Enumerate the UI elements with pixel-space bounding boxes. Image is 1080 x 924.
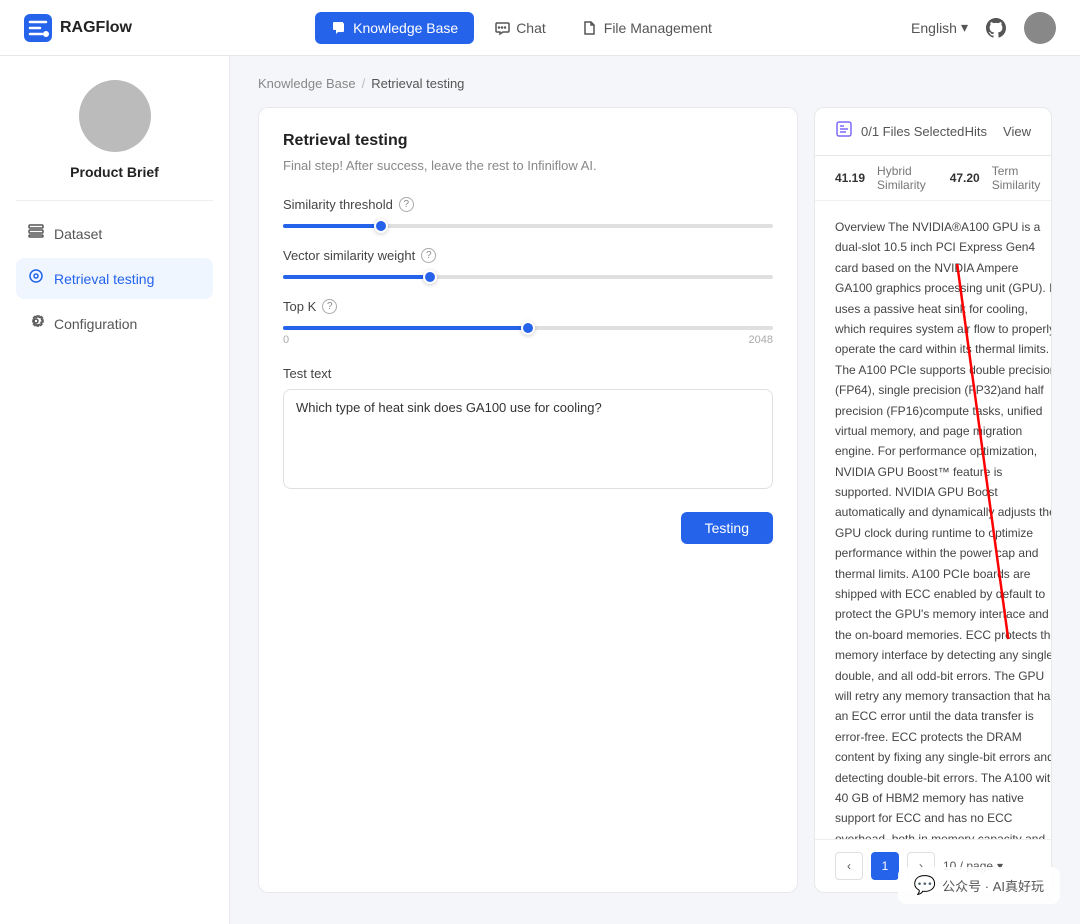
- top-k-fill: [283, 326, 528, 330]
- top-k-thumb[interactable]: [521, 321, 535, 335]
- dataset-icon: [28, 223, 44, 244]
- top-k-text: Top K: [283, 299, 316, 314]
- github-icon[interactable]: [984, 16, 1008, 40]
- similarity-threshold-group: Similarity threshold ?: [283, 197, 773, 228]
- vector-similarity-weight-fill: [283, 275, 430, 279]
- nav-file-management-label: File Management: [604, 20, 712, 36]
- next-page-button[interactable]: ›: [907, 852, 935, 880]
- page-size-chevron: ▾: [997, 859, 1003, 873]
- nav-chat[interactable]: Chat: [478, 12, 562, 44]
- sidebar-divider: [16, 200, 213, 201]
- sidebar-avatar: [79, 80, 151, 152]
- files-selected: 0/1 Files Selected: [835, 120, 964, 143]
- sidebar-dataset-label: Dataset: [54, 226, 102, 242]
- similarity-threshold-label: Similarity threshold ?: [283, 197, 773, 212]
- content-area: Retrieval testing Final step! After succ…: [230, 91, 1080, 909]
- top-k-label: Top K ?: [283, 299, 773, 314]
- header-left: RAGFlow: [24, 14, 132, 42]
- similarity-threshold-thumb[interactable]: [374, 219, 388, 233]
- similarity-threshold-help[interactable]: ?: [399, 197, 414, 212]
- sidebar-item-dataset[interactable]: Dataset: [16, 213, 213, 254]
- sidebar-product-title: Product Brief: [70, 164, 159, 180]
- language-chevron: ▾: [961, 19, 968, 36]
- top-k-range: 0 2048: [283, 334, 773, 346]
- layout: Product Brief Dataset: [0, 56, 1080, 924]
- language-selector[interactable]: English ▾: [911, 19, 968, 36]
- ragflow-logo-icon: [24, 14, 52, 42]
- files-selected-text[interactable]: 0/1 Files Selected: [861, 124, 964, 139]
- nav-knowledge-base[interactable]: Knowledge Base: [315, 12, 474, 44]
- file-icon: [835, 120, 853, 143]
- sidebar-nav: Dataset Retrieval testing: [16, 213, 213, 344]
- panel-subtitle: Final step! After success, leave the res…: [283, 158, 773, 173]
- breadcrumb: Knowledge Base / Retrieval testing: [230, 56, 1080, 91]
- result-text-container: Overview The NVIDIA®A100 GPU is a dual-s…: [835, 217, 1051, 839]
- breadcrumb-parent[interactable]: Knowledge Base: [258, 76, 356, 91]
- similarity-scores-row: 41.19 Hybrid Similarity 47.20 Term Simil…: [815, 156, 1051, 201]
- top-k-group: Top K ? 0 2048: [283, 299, 773, 346]
- test-text-input[interactable]: Which type of heat sink does GA100 use f…: [283, 389, 773, 489]
- hybrid-score: 41.19: [835, 171, 865, 185]
- pagination: ‹ 1 › 10 / page ▾: [815, 839, 1051, 892]
- result-body: Overview The NVIDIA®A100 GPU is a dual-s…: [835, 217, 1031, 839]
- right-panel: 0/1 Files Selected Hits View 41.19 Hybri…: [814, 107, 1052, 893]
- logo-text: RAGFlow: [60, 19, 132, 37]
- similarity-threshold-track[interactable]: [283, 224, 773, 228]
- right-panel-header: 0/1 Files Selected Hits View: [815, 108, 1051, 156]
- page-size-selector[interactable]: 10 / page ▾: [943, 859, 1003, 873]
- header-right: English ▾: [911, 12, 1056, 44]
- test-text-label: Test text: [283, 366, 773, 381]
- result-with-annotation: Overview The NVIDIA®A100 GPU is a dual-s…: [835, 217, 1051, 839]
- vector-similarity-weight-thumb[interactable]: [423, 270, 437, 284]
- sidebar-item-retrieval-testing[interactable]: Retrieval testing: [16, 258, 213, 299]
- header: RAGFlow Knowledge Base Chat File Managem…: [0, 0, 1080, 56]
- page-size-label: 10 / page: [943, 859, 993, 873]
- configuration-icon: [28, 313, 44, 334]
- similarity-threshold-text: Similarity threshold: [283, 197, 393, 212]
- top-k-min: 0: [283, 334, 289, 346]
- column-headers: Hits View: [965, 124, 1031, 139]
- top-k-max: 2048: [749, 334, 773, 346]
- test-text-group: Test text Which type of heat sink does G…: [283, 366, 773, 492]
- panel-title: Retrieval testing: [283, 132, 773, 150]
- hybrid-label: Hybrid Similarity: [877, 164, 926, 192]
- prev-page-button[interactable]: ‹: [835, 852, 863, 880]
- sidebar-configuration-label: Configuration: [54, 316, 137, 332]
- nav-file-management[interactable]: File Management: [566, 12, 728, 44]
- hits-col: Hits: [965, 124, 987, 139]
- term-label: Term Similarity: [992, 164, 1041, 192]
- nav-chat-label: Chat: [516, 20, 546, 36]
- term-score: 47.20: [950, 171, 980, 185]
- result-content: Overview The NVIDIA®A100 GPU is a dual-s…: [815, 201, 1051, 839]
- sidebar: Product Brief Dataset: [0, 56, 230, 924]
- testing-button[interactable]: Testing: [681, 512, 773, 544]
- main-content: Knowledge Base / Retrieval testing Retri…: [230, 56, 1080, 924]
- top-k-help[interactable]: ?: [322, 299, 337, 314]
- similarity-threshold-fill: [283, 224, 381, 228]
- page-1-button[interactable]: 1: [871, 852, 899, 880]
- vector-similarity-weight-track[interactable]: [283, 275, 773, 279]
- vector-similarity-weight-text: Vector similarity weight: [283, 248, 415, 263]
- book-icon: [331, 20, 347, 36]
- vector-similarity-weight-group: Vector similarity weight ?: [283, 248, 773, 279]
- retrieval-testing-icon: [28, 268, 44, 289]
- breadcrumb-separator: /: [362, 76, 366, 91]
- vector-similarity-weight-help[interactable]: ?: [421, 248, 436, 263]
- result-text: Overview The NVIDIA®A100 GPU is a dual-s…: [835, 217, 1051, 839]
- nav-knowledge-base-label: Knowledge Base: [353, 20, 458, 36]
- header-nav: Knowledge Base Chat File Management: [315, 12, 728, 44]
- left-panel: Retrieval testing Final step! After succ…: [258, 107, 798, 893]
- chat-icon: [494, 20, 510, 36]
- vector-similarity-weight-label: Vector similarity weight ?: [283, 248, 773, 263]
- breadcrumb-current: Retrieval testing: [371, 76, 464, 91]
- file-icon: [582, 20, 598, 36]
- avatar[interactable]: [1024, 12, 1056, 44]
- top-k-track[interactable]: [283, 326, 773, 330]
- sidebar-retrieval-label: Retrieval testing: [54, 271, 154, 287]
- view-col: View: [1003, 124, 1031, 139]
- language-label: English: [911, 20, 957, 36]
- sidebar-item-configuration[interactable]: Configuration: [16, 303, 213, 344]
